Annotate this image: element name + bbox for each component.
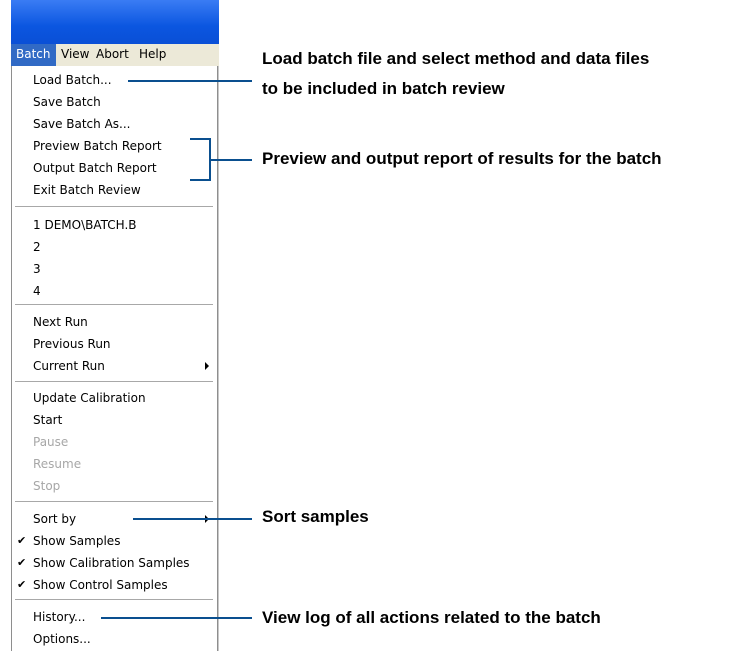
report-callout: Preview and output report of results for… — [262, 149, 662, 168]
start-item[interactable]: Start — [12, 409, 217, 431]
next-run-item[interactable]: Next Run — [12, 311, 217, 333]
update-calibration-item[interactable]: Update Calibration — [12, 387, 217, 409]
load-batch-callout-line2: to be included in batch review — [262, 79, 505, 98]
current-run-item[interactable]: Current Run — [12, 355, 217, 377]
menu-separator — [15, 206, 213, 208]
menu-separator — [15, 381, 213, 383]
history-callout: View log of all actions related to the b… — [262, 608, 601, 627]
exit-batch-review-item[interactable]: Exit Batch Review — [12, 179, 217, 201]
resume-item: Resume — [33, 457, 82, 471]
menu-separator — [15, 599, 213, 601]
report-leader — [210, 159, 252, 161]
show-samples-item[interactable]: ✔ Show Samples — [12, 530, 217, 552]
show-calibration-samples-item[interactable]: ✔ Show Calibration Samples — [12, 552, 217, 574]
previous-run-item[interactable]: Previous Run — [12, 333, 217, 355]
recent-batch-3-item[interactable]: 3 — [12, 258, 217, 280]
show-control-samples-label: Show Control Samples — [33, 578, 168, 592]
load-batch-leader — [128, 80, 252, 82]
menu-separator — [15, 501, 213, 503]
history-leader — [101, 617, 252, 619]
current-run-label: Current Run — [33, 359, 105, 373]
stop-item: Stop — [33, 479, 61, 493]
menu-separator — [15, 304, 213, 306]
output-batch-report-item[interactable]: Output Batch Report — [12, 157, 217, 179]
check-icon: ✔ — [17, 578, 27, 591]
check-icon: ✔ — [17, 534, 27, 547]
recent-batch-2-item[interactable]: 2 — [12, 236, 217, 258]
sort-leader — [133, 518, 252, 520]
show-control-samples-item[interactable]: ✔ Show Control Samples — [12, 574, 217, 596]
preview-batch-report-item[interactable]: Preview Batch Report — [12, 135, 217, 157]
menu-batch[interactable]: Batch — [11, 44, 56, 66]
save-batch-item[interactable]: Save Batch — [12, 91, 217, 113]
sort-callout: Sort samples — [262, 507, 369, 526]
options-item[interactable]: Options... — [12, 628, 217, 650]
report-bracket — [190, 138, 211, 181]
menu-view[interactable]: View — [56, 44, 94, 66]
recent-batch-4-item[interactable]: 4 — [12, 280, 217, 302]
menu-bar: Batch View Abort Help — [11, 44, 219, 66]
menu-abort[interactable]: Abort — [91, 44, 134, 66]
check-icon: ✔ — [17, 556, 27, 569]
show-calibration-samples-label: Show Calibration Samples — [33, 556, 190, 570]
window-titlebar — [11, 0, 219, 44]
menu-help[interactable]: Help — [134, 44, 171, 66]
save-batch-as-item[interactable]: Save Batch As... — [12, 113, 217, 135]
pause-item: Pause — [33, 435, 69, 449]
show-samples-label: Show Samples — [33, 534, 121, 548]
submenu-arrow-icon — [205, 362, 209, 370]
batch-dropdown-menu: Load Batch... Save Batch Save Batch As..… — [11, 66, 218, 651]
sort-by-label: Sort by — [33, 512, 77, 526]
recent-batch-1-item[interactable]: 1 DEMO\BATCH.B — [12, 214, 217, 236]
load-batch-callout-line1: Load batch file and select method and da… — [262, 49, 650, 68]
